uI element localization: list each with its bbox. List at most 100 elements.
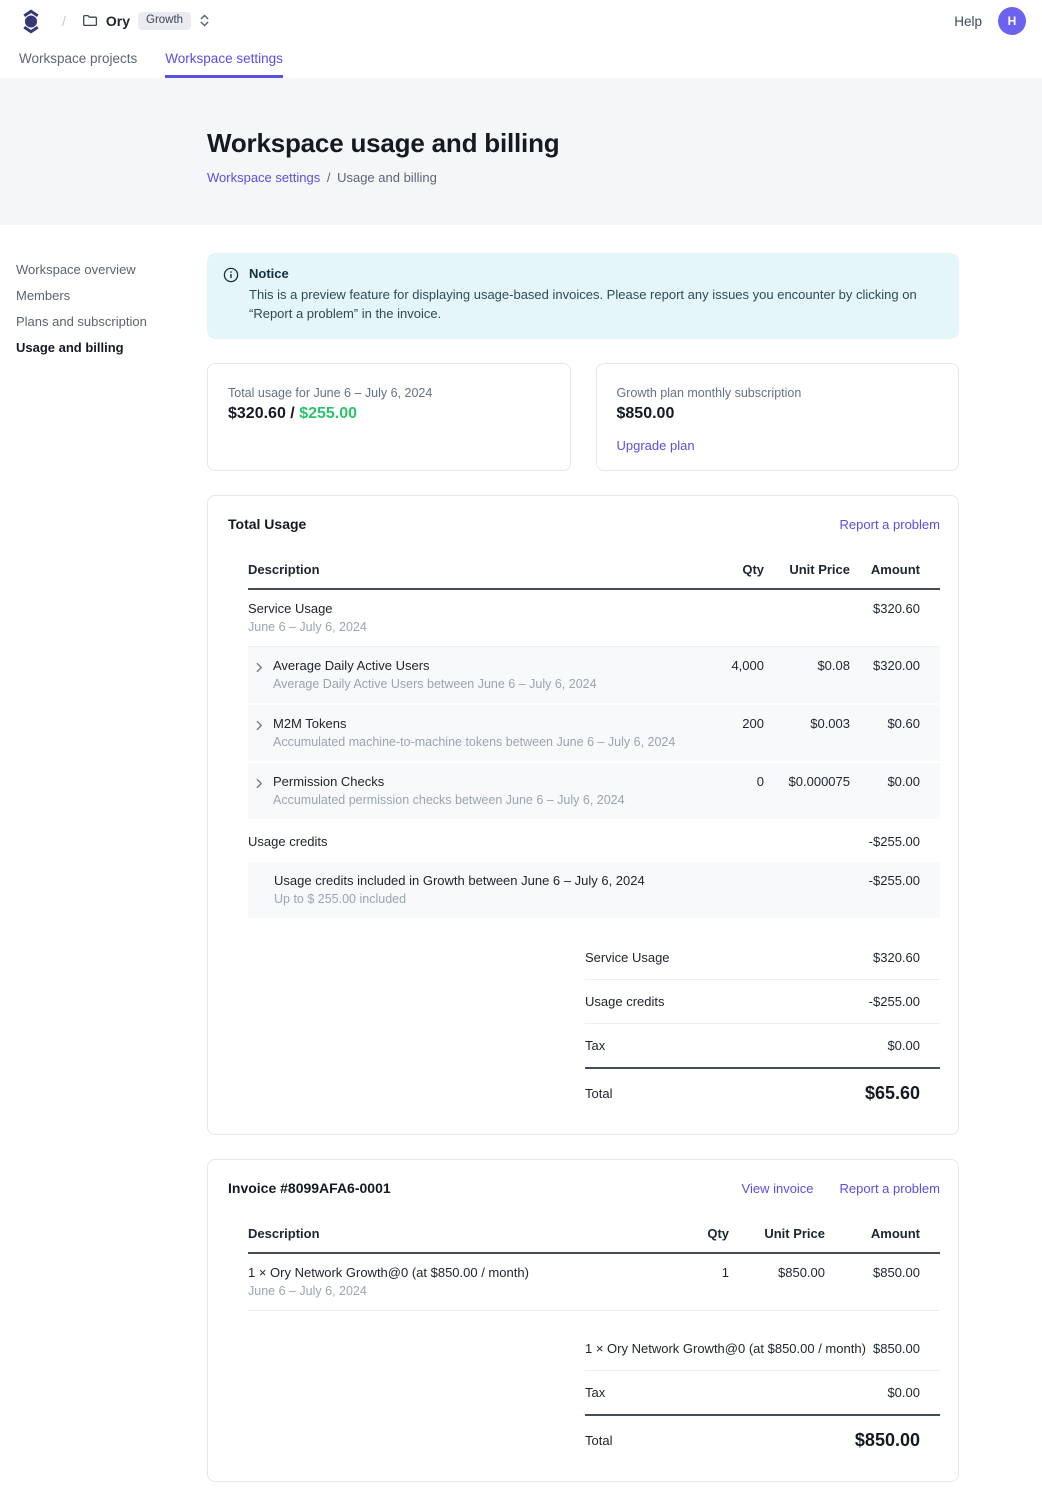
settings-sidebar: Workspace overview Members Plans and sub… bbox=[0, 225, 207, 366]
invoice-summary: 1 × Ory Network Growth@0 (at $850.00 / m… bbox=[585, 1327, 940, 1457]
table-row-usage-credits: Usage credits -$255.00 bbox=[248, 820, 940, 862]
plan-card-value: $850.00 bbox=[617, 405, 939, 423]
avatar[interactable]: H bbox=[998, 7, 1026, 35]
summary-row-line-item: 1 × Ory Network Growth@0 (at $850.00 / m… bbox=[585, 1327, 940, 1371]
plan-badge: Growth bbox=[138, 12, 191, 31]
column-header-qty: Qty bbox=[680, 556, 764, 589]
total-value: $850.00 bbox=[855, 1430, 920, 1451]
summary-total-row: Total $65.60 bbox=[585, 1069, 940, 1110]
sidebar-item-workspace-overview[interactable]: Workspace overview bbox=[16, 262, 191, 278]
row-title: Average Daily Active Users bbox=[273, 658, 597, 673]
notice-title: Notice bbox=[249, 266, 937, 281]
row-qty: 200 bbox=[680, 704, 764, 762]
breadcrumb-current: Usage and billing bbox=[337, 170, 437, 185]
row-title: M2M Tokens bbox=[273, 716, 675, 731]
table-row-m2m-tokens[interactable]: M2M Tokens Accumulated machine-to-machin… bbox=[248, 704, 940, 762]
invoice-panel: Invoice #8099AFA6-0001 View invoice Repo… bbox=[207, 1159, 959, 1482]
plan-card-label: Growth plan monthly subscription bbox=[617, 386, 939, 400]
column-header-amount: Amount bbox=[850, 556, 940, 589]
total-value: $65.60 bbox=[865, 1083, 920, 1104]
table-row-average-daily-active-users[interactable]: Average Daily Active Users Average Daily… bbox=[248, 646, 940, 704]
row-subtitle: Accumulated permission checks between Ju… bbox=[273, 793, 625, 807]
summary-row-usage-credits: Usage credits -$255.00 bbox=[585, 980, 940, 1024]
row-amount: $850.00 bbox=[825, 1253, 940, 1311]
row-title: Permission Checks bbox=[273, 774, 625, 789]
row-amount: $0.60 bbox=[850, 704, 940, 762]
breadcrumb: Workspace settings / Usage and billing bbox=[207, 170, 1042, 185]
row-amount: $0.00 bbox=[850, 762, 940, 820]
column-header-amount: Amount bbox=[825, 1220, 940, 1253]
row-subtitle: June 6 – July 6, 2024 bbox=[248, 620, 680, 634]
sidebar-item-plans-and-subscription[interactable]: Plans and subscription bbox=[16, 314, 191, 330]
chevron-right-icon[interactable] bbox=[256, 661, 263, 691]
row-subtitle: Accumulated machine-to-machine tokens be… bbox=[273, 735, 675, 749]
column-header-description: Description bbox=[248, 556, 680, 589]
breadcrumb-link-workspace-settings[interactable]: Workspace settings bbox=[207, 170, 320, 185]
report-problem-link[interactable]: Report a problem bbox=[840, 1181, 940, 1196]
row-amount: -$255.00 bbox=[850, 862, 940, 919]
workspace-switcher[interactable]: Ory Growth bbox=[82, 12, 210, 31]
tab-workspace-projects[interactable]: Workspace projects bbox=[19, 51, 137, 78]
column-header-unit-price: Unit Price bbox=[729, 1220, 825, 1253]
row-title: Service Usage bbox=[248, 601, 680, 616]
summary-value: $850.00 bbox=[873, 1341, 920, 1356]
row-unit-price: $850.00 bbox=[729, 1253, 825, 1311]
summary-label: Usage credits bbox=[585, 994, 664, 1009]
row-title: 1 × Ory Network Growth@0 (at $850.00 / m… bbox=[248, 1265, 665, 1280]
summary-label: Tax bbox=[585, 1038, 605, 1053]
row-title: Usage credits included in Growth between… bbox=[274, 873, 680, 888]
chevron-updown-icon[interactable] bbox=[199, 13, 210, 28]
notice-banner: Notice This is a preview feature for dis… bbox=[207, 253, 959, 339]
row-qty: 0 bbox=[680, 762, 764, 820]
chevron-right-icon[interactable] bbox=[256, 777, 263, 807]
workspace-tabs: Workspace projects Workspace settings bbox=[0, 42, 1042, 78]
row-qty: 1 bbox=[665, 1253, 729, 1311]
workspace-name: Ory bbox=[106, 13, 130, 29]
column-header-qty: Qty bbox=[665, 1220, 729, 1253]
chevron-right-icon[interactable] bbox=[256, 719, 263, 749]
summary-row-tax: Tax $0.00 bbox=[585, 1024, 940, 1069]
table-row-usage-credits-included: Usage credits included in Growth between… bbox=[248, 862, 940, 919]
info-icon bbox=[223, 267, 239, 324]
view-invoice-link[interactable]: View invoice bbox=[742, 1181, 814, 1196]
tab-workspace-settings[interactable]: Workspace settings bbox=[165, 51, 283, 78]
row-amount: -$255.00 bbox=[850, 820, 940, 862]
column-header-unit-price: Unit Price bbox=[764, 556, 850, 589]
plan-subscription-card: Growth plan monthly subscription $850.00… bbox=[596, 363, 960, 471]
row-subtitle: Up to $ 255.00 included bbox=[274, 892, 680, 906]
report-problem-link[interactable]: Report a problem bbox=[840, 517, 940, 532]
page-hero: Workspace usage and billing Workspace se… bbox=[0, 78, 1042, 225]
folder-icon bbox=[82, 13, 98, 28]
row-unit-price: $0.08 bbox=[764, 646, 850, 704]
notice-body: This is a preview feature for displaying… bbox=[249, 286, 937, 324]
summary-row-service-usage: Service Usage $320.60 bbox=[585, 936, 940, 980]
summary-label: 1 × Ory Network Growth@0 (at $850.00 / m… bbox=[585, 1341, 866, 1356]
row-amount: $320.00 bbox=[850, 646, 940, 704]
table-row-invoice-line: 1 × Ory Network Growth@0 (at $850.00 / m… bbox=[248, 1253, 940, 1311]
ory-logo-icon[interactable] bbox=[20, 9, 42, 34]
breadcrumb-separator: / bbox=[327, 170, 331, 185]
summary-value: $0.00 bbox=[887, 1038, 920, 1053]
help-link[interactable]: Help bbox=[954, 14, 982, 29]
row-unit-price: $0.000075 bbox=[764, 762, 850, 820]
upgrade-plan-link[interactable]: Upgrade plan bbox=[617, 438, 695, 453]
usage-summary: Service Usage $320.60 Usage credits -$25… bbox=[585, 936, 940, 1110]
sidebar-item-members[interactable]: Members bbox=[16, 288, 191, 304]
summary-label: Service Usage bbox=[585, 950, 670, 965]
usage-table: Description Qty Unit Price Amount Servic… bbox=[248, 556, 940, 920]
row-qty: 4,000 bbox=[680, 646, 764, 704]
summary-value: $320.60 bbox=[873, 950, 920, 965]
table-row-service-usage: Service Usage June 6 – July 6, 2024 $320… bbox=[248, 589, 940, 647]
total-usage-card-value: $320.60 / $255.00 bbox=[228, 405, 550, 423]
total-label: Total bbox=[585, 1433, 612, 1448]
row-subtitle: June 6 – July 6, 2024 bbox=[248, 1284, 665, 1298]
summary-total-row: Total $850.00 bbox=[585, 1416, 940, 1457]
usage-credit-value: $255.00 bbox=[299, 405, 357, 422]
column-header-description: Description bbox=[248, 1220, 665, 1253]
sidebar-item-usage-and-billing[interactable]: Usage and billing bbox=[16, 340, 191, 356]
row-unit-price: $0.003 bbox=[764, 704, 850, 762]
summary-value: $0.00 bbox=[887, 1385, 920, 1400]
table-row-permission-checks[interactable]: Permission Checks Accumulated permission… bbox=[248, 762, 940, 820]
row-subtitle: Average Daily Active Users between June … bbox=[273, 677, 597, 691]
breadcrumb-separator: / bbox=[62, 13, 66, 29]
